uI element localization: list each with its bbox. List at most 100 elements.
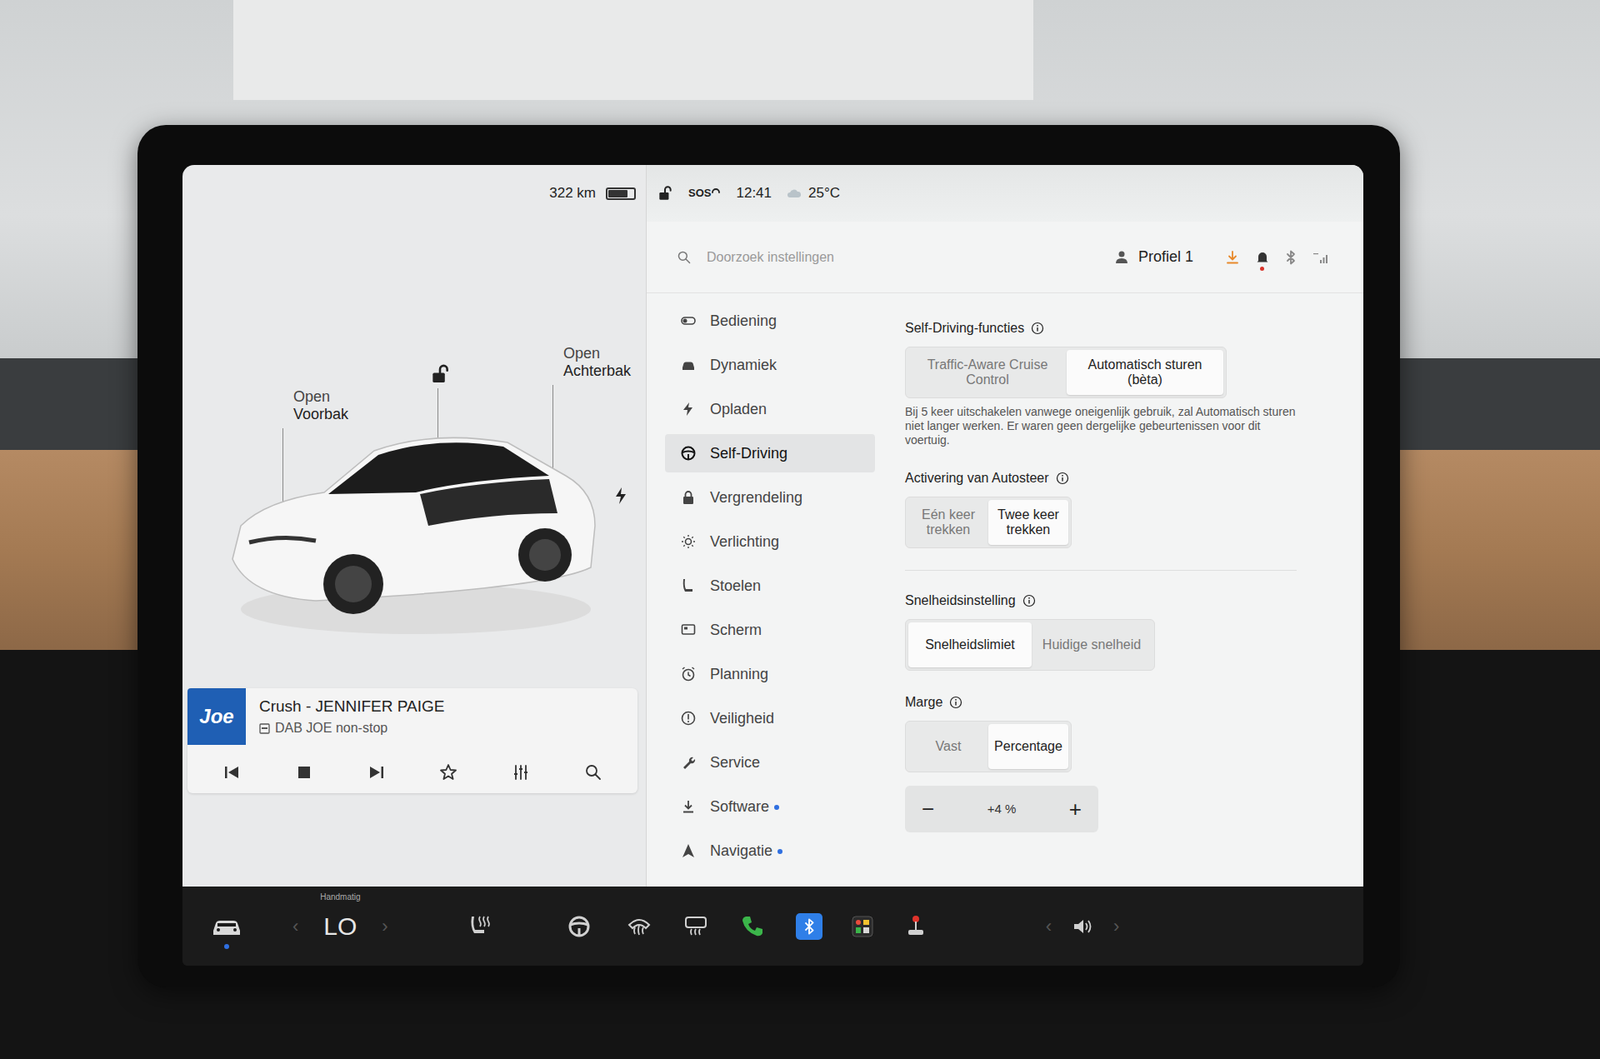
temperature-setting[interactable]: HandmatigLO (323, 907, 357, 945)
section-title-text: Marge (905, 692, 943, 713)
front-defrost-icon (625, 913, 653, 940)
open-trunk-button[interactable]: OpenAchterbak (563, 345, 631, 380)
favorite-star-icon[interactable] (439, 763, 458, 782)
previous-icon[interactable] (222, 763, 241, 782)
volume-down-button[interactable]: ‹ (1045, 912, 1052, 940)
media-info: JoeCrush - JENNIFER PAIGEDAB JOE non-sto… (187, 688, 638, 745)
stop-icon[interactable] (295, 763, 314, 782)
settings-section: Self-Driving-functies Traffic-Aware Cruis… (905, 318, 1339, 447)
menu-item-text: Planning (710, 663, 769, 686)
car-icon (210, 915, 243, 938)
station-logo[interactable]: Joe (187, 688, 246, 745)
menu-item-label: Self-Driving (710, 445, 788, 462)
update-dot (777, 849, 783, 855)
phone-button[interactable] (739, 913, 766, 940)
info-icon[interactable] (1055, 471, 1070, 485)
car-lock-icon[interactable] (429, 363, 451, 385)
settings-search[interactable] (676, 246, 1100, 269)
status-right: SOS12:4125°C (646, 165, 1364, 222)
climate-control: ‹ HandmatigLO › (292, 907, 389, 945)
temp-up-button[interactable]: › (381, 912, 388, 940)
car-button[interactable] (210, 915, 243, 938)
steering-heater-button[interactable] (565, 913, 593, 940)
info-icon[interactable] (949, 695, 963, 710)
temp-down-button[interactable]: ‹ (292, 912, 299, 940)
settings-menu-item[interactable]: Veiligheid (665, 699, 875, 738)
bluetooth-button[interactable] (795, 913, 823, 940)
menu-item-label: Vergrendeling (710, 489, 803, 506)
volume-up-button[interactable]: › (1113, 912, 1120, 940)
phone-icon (739, 913, 766, 940)
battery-icon (605, 187, 636, 200)
settings-menu-item[interactable]: Software (665, 787, 875, 826)
joystick-button[interactable] (902, 913, 930, 940)
status-left: 322 km (182, 165, 646, 222)
info-icon[interactable] (1030, 321, 1045, 335)
menu-item-icon (680, 798, 697, 815)
profile-button[interactable]: Profiel 1 (1115, 245, 1194, 269)
search-icon[interactable] (584, 763, 603, 782)
settings-menu-item[interactable]: Planning (665, 655, 875, 694)
door-lock-icon[interactable] (656, 185, 674, 202)
settings-menu-item[interactable]: Self-Driving (665, 434, 875, 473)
next-icon[interactable] (367, 763, 386, 782)
rear-defrost-button[interactable] (682, 913, 710, 940)
settings-menu-item[interactable]: Opladen (665, 390, 875, 429)
open-frunk-button[interactable]: OpenVoorbak (293, 388, 349, 423)
segment-option[interactable]: Twee keer trekken (988, 500, 1069, 545)
menu-item-icon (680, 710, 697, 727)
menu-item-label: Software (710, 798, 770, 815)
menu-item-label: Bediening (710, 312, 777, 330)
settings-menu-item[interactable]: Bediening (665, 301, 875, 340)
segment-option[interactable]: Snelheidslimiet (908, 622, 1032, 668)
settings-menu-item[interactable]: Navigatie (665, 831, 875, 870)
decrease-button[interactable]: − (916, 798, 940, 820)
segment-option[interactable]: Traffic-Aware Cruise Control (908, 350, 1067, 395)
settings-menu-item[interactable]: Vergrendeling (665, 478, 875, 517)
radio-icon (259, 723, 270, 735)
car-image (215, 400, 608, 643)
settings-menu-item[interactable]: Dynamiek (665, 345, 875, 385)
menu-item-icon (680, 842, 697, 860)
settings-menu-item[interactable]: Service (665, 743, 875, 782)
menu-item-text: Self-Driving (710, 442, 788, 465)
segment-option[interactable]: Huidige snelheid (1031, 622, 1152, 668)
menu-item-label: Stoelen (710, 577, 761, 595)
increase-button[interactable]: + (1064, 798, 1087, 820)
front-defrost-button[interactable] (625, 913, 653, 940)
charge-port-icon[interactable] (614, 486, 628, 505)
apps-button[interactable] (849, 913, 876, 940)
range-text: 322 km (549, 182, 596, 205)
menu-item-icon (680, 312, 697, 330)
speaker-icon[interactable] (1071, 916, 1094, 937)
search-input[interactable] (705, 246, 1100, 269)
active-dot (224, 944, 230, 950)
info-icon[interactable] (1022, 594, 1036, 608)
menu-item-label: Veiligheid (710, 710, 775, 727)
settings-menu-item[interactable]: Verlichting (665, 522, 875, 561)
section-title: Activering van Autosteer (905, 468, 1339, 489)
car-label-action: Open (293, 388, 349, 406)
climate-mode: Handmatig (320, 890, 360, 904)
segmented-control: Eén keer trekkenTwee keer trekken (905, 496, 1072, 549)
segment-option[interactable]: Vast (908, 724, 989, 770)
section-title-text: Self-Driving-functies (905, 318, 1025, 339)
sos-button[interactable]: SOS (688, 185, 721, 202)
settings-menu-item[interactable]: Scherm (665, 610, 875, 650)
menu-item-label: Opladen (710, 400, 767, 418)
notifications-button[interactable] (1255, 250, 1270, 265)
menu-item-icon (680, 533, 697, 550)
segment-option[interactable]: Percentage (988, 724, 1069, 770)
settings-menu-item[interactable]: Stoelen (665, 566, 875, 605)
lte-signal-icon (1311, 250, 1330, 265)
menu-item-label: Planning (710, 665, 769, 683)
segment-option[interactable]: Eén keer trekken (908, 500, 989, 545)
seat-heater-button[interactable] (467, 913, 495, 940)
menu-item-icon (680, 445, 697, 462)
segment-option[interactable]: Automatisch sturen (bèta) (1066, 350, 1224, 395)
download-icon[interactable] (1225, 250, 1240, 265)
menu-item-text: Scherm (710, 619, 762, 642)
equalizer-icon[interactable] (511, 763, 530, 782)
clock: 12:41 (735, 182, 772, 205)
margin-stepper: −+4 %+ (905, 785, 1099, 833)
